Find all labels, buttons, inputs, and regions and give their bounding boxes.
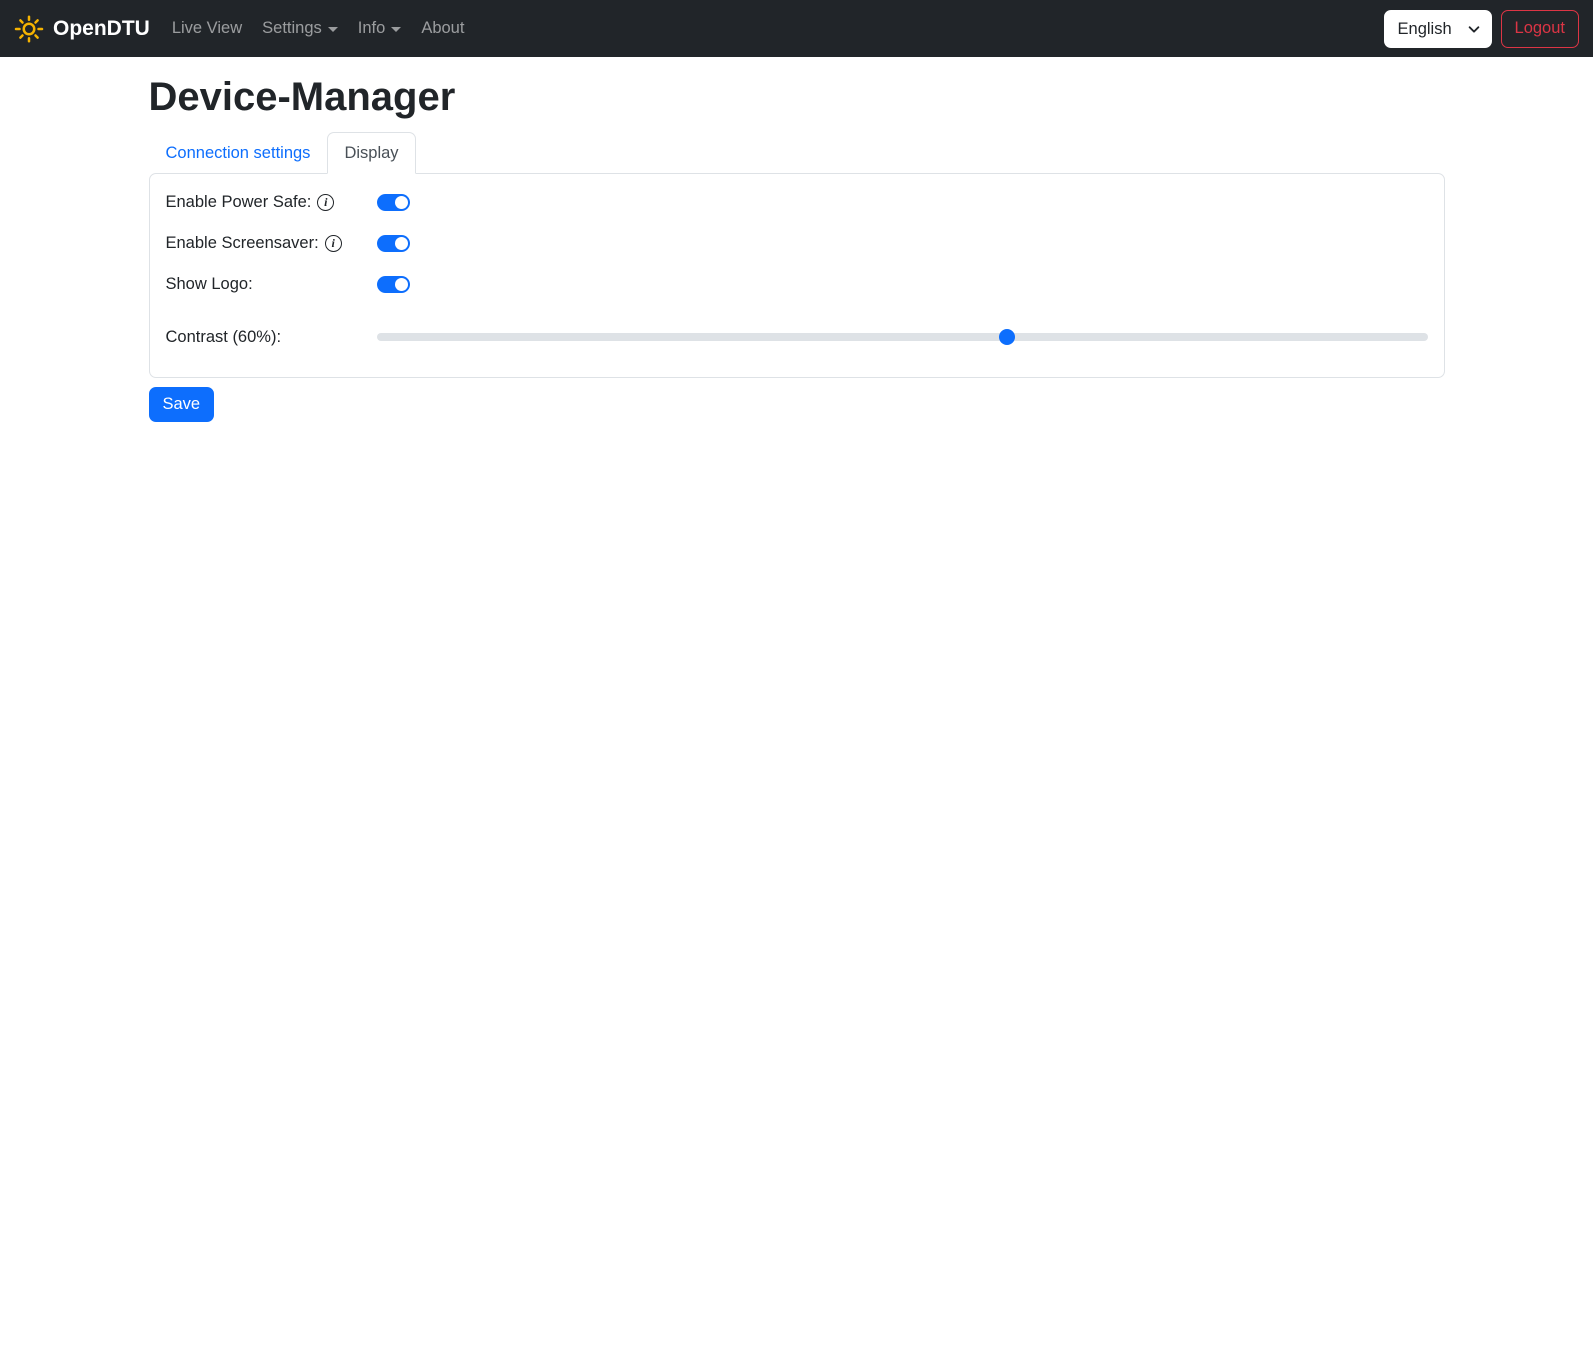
slider-track[interactable] (376, 333, 1428, 341)
nav-item-label: Live View (171, 19, 243, 37)
nav-item-label: About (421, 19, 465, 37)
contrast-slider[interactable] (376, 329, 1428, 345)
slider-thumb[interactable] (999, 329, 1016, 345)
field-label: Enable Power Safe: i (166, 193, 377, 212)
field-label-text: Show Logo: (165, 274, 253, 293)
nav-item-label: Info (357, 19, 386, 37)
top-navbar: OpenDTU Live View Settings Info About En… (0, 0, 1593, 57)
form-row-show-logo: Show Logo: (166, 272, 1428, 296)
field-label: Contrast (60%): (166, 328, 377, 347)
info-icon[interactable]: i (324, 234, 342, 252)
field-label-text: Enable Screensaver: (165, 233, 319, 252)
language-select[interactable]: English (1383, 9, 1492, 48)
form-row-contrast: Contrast (60%): (166, 313, 1428, 361)
screensaver-toggle[interactable] (376, 234, 410, 252)
sun-icon (14, 14, 44, 44)
form-row-power-safe: Enable Power Safe: i (166, 190, 1428, 214)
display-settings-card: Enable Power Safe: i Enable Screensaver:… (148, 173, 1445, 378)
page-title: Device-Manager (148, 75, 456, 119)
save-button[interactable]: Save (148, 387, 215, 422)
tab-display[interactable]: Display (327, 132, 416, 174)
form-row-screensaver: Enable Screensaver: i (166, 231, 1428, 255)
toggle-knob (394, 195, 408, 209)
nav-item-info[interactable]: Info (348, 11, 412, 46)
nav-item-about[interactable]: About (411, 11, 474, 46)
caret-down-icon (327, 27, 338, 32)
power-safe-toggle[interactable] (376, 193, 410, 211)
field-label-text: Enable Power Safe: (165, 192, 312, 211)
brand-link[interactable]: OpenDTU (14, 14, 150, 44)
field-label-text: Contrast (60%): (165, 327, 282, 346)
nav-item-label: Settings (262, 19, 322, 37)
logout-button[interactable]: Logout (1500, 9, 1579, 48)
field-label: Enable Screensaver: i (166, 234, 377, 253)
caret-down-icon (391, 27, 402, 32)
nav-item-live-view[interactable]: Live View (162, 11, 252, 46)
main-content: Device-Manager Connection settings Displ… (137, 73, 1457, 422)
field-label: Show Logo: (166, 275, 377, 294)
nav-item-settings[interactable]: Settings (252, 11, 348, 46)
nav-menu: Live View Settings Info About (162, 11, 475, 46)
show-logo-toggle[interactable] (376, 275, 410, 293)
toggle-knob (394, 236, 408, 250)
info-icon[interactable]: i (317, 193, 335, 211)
brand-label: OpenDTU (53, 16, 150, 40)
toggle-knob (394, 277, 408, 291)
tab-connection-settings[interactable]: Connection settings (149, 132, 328, 174)
tab-bar: Connection settings Display (149, 132, 1445, 174)
navbar-right: English Logout (1383, 9, 1579, 48)
